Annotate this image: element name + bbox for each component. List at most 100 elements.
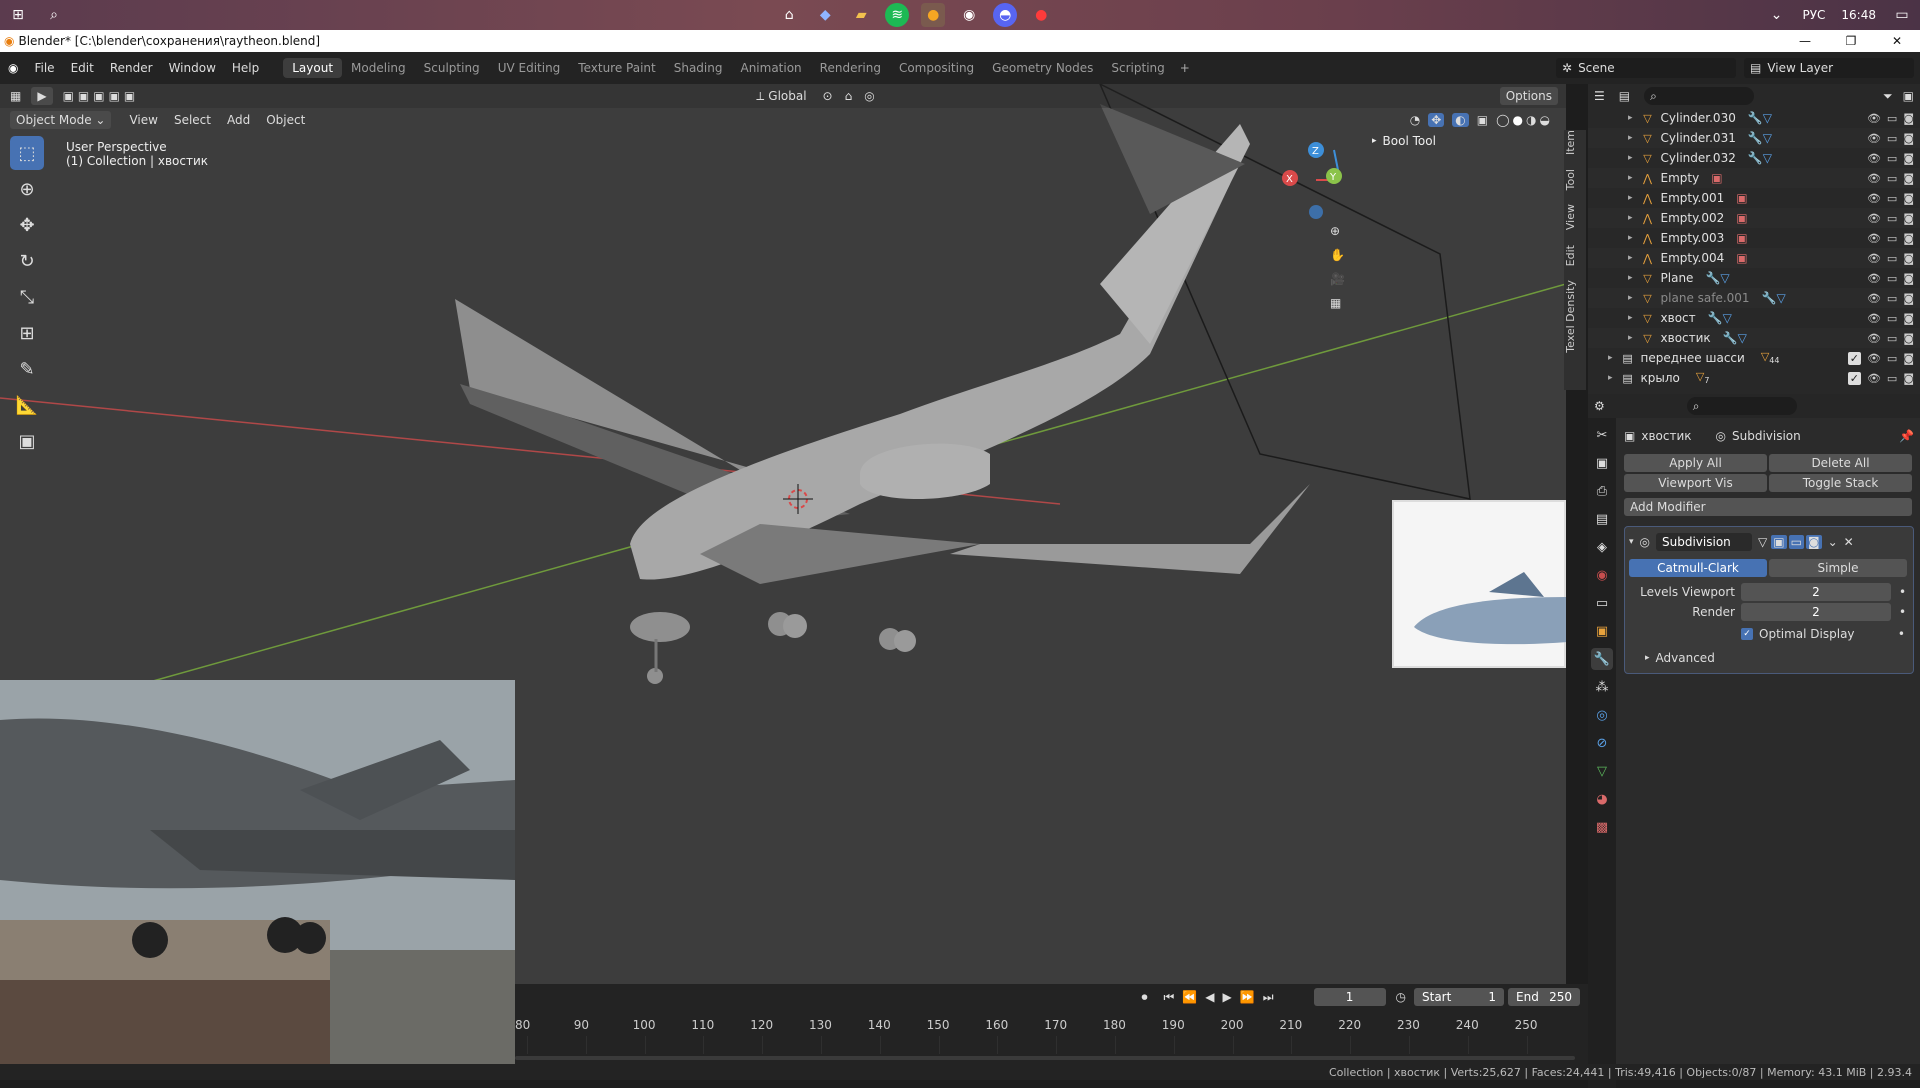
visibility-eye-icon[interactable]: 👁 [1867, 112, 1881, 125]
aircraft-model[interactable] [455, 104, 1310, 684]
expand-icon[interactable]: ▸ [1628, 193, 1633, 203]
close-icon[interactable]: ✕ [1874, 34, 1920, 48]
scene-name[interactable]: Scene [1578, 61, 1615, 75]
notifications-icon[interactable]: ▭ [1890, 3, 1914, 27]
modifier-data-icon[interactable]: 🔧▽ [1748, 131, 1772, 145]
workspace-tab-rendering[interactable]: Rendering [811, 58, 890, 78]
visibility-eye-icon[interactable]: 👁 [1867, 372, 1881, 385]
menu-file[interactable]: File [26, 61, 62, 75]
modifier-data-icon[interactable]: 🔧▽ [1723, 331, 1747, 345]
windows-start-icon[interactable]: ⊞ [6, 3, 30, 27]
pivot-icon[interactable]: ⊙ [823, 89, 833, 103]
viewport-display-icon[interactable]: ▭ [1887, 152, 1897, 165]
menu-edit[interactable]: Edit [63, 61, 102, 75]
expand-icon[interactable]: ▸ [1628, 133, 1633, 143]
visibility-eye-icon[interactable]: 👁 [1867, 192, 1881, 205]
viewport-display-icon[interactable]: ▭ [1887, 112, 1897, 125]
outliner-editor-icon[interactable]: ☰ [1594, 89, 1605, 103]
collection-tab-icon[interactable]: ▭ [1591, 592, 1613, 614]
viewport-menu-select[interactable]: Select [166, 113, 219, 127]
modifier-data-icon[interactable]: 🔧▽ [1748, 151, 1772, 165]
select-mode-icons[interactable]: ▣▣▣▣▣ [63, 89, 140, 103]
optimal-display-checkbox[interactable]: ✓ [1741, 628, 1753, 640]
annotate-icon[interactable]: ✎ [10, 352, 44, 386]
viewport-display-icon[interactable]: ▭ [1887, 192, 1897, 205]
move-icon[interactable]: ✥ [10, 208, 44, 242]
outliner-item-name[interactable]: хвост [1661, 311, 1696, 325]
shading-solid-icon[interactable]: ● [1513, 113, 1523, 127]
viewport-vis-button[interactable]: Viewport Vis [1624, 474, 1767, 492]
visibility-eye-icon[interactable]: 👁 [1867, 232, 1881, 245]
outliner-row[interactable]: ▸ ⋀ Empty ▣ 👁 ▭ ◙ [1588, 168, 1920, 188]
keyframe-dot-icon[interactable]: • [1898, 627, 1905, 641]
viewport-menu-add[interactable]: Add [219, 113, 258, 127]
properties-search-input[interactable]: ⌕ [1686, 397, 1797, 415]
visibility-eye-icon[interactable]: 👁 [1867, 252, 1881, 265]
viewport-display-icon[interactable]: ▭ [1887, 212, 1897, 225]
transform-orientation[interactable]: Global [768, 89, 806, 103]
scene-tab-icon[interactable]: ◈ [1591, 536, 1613, 558]
shading-rendered-icon[interactable]: ◒ [1540, 113, 1550, 127]
language-indicator[interactable]: РУС [1802, 8, 1825, 22]
bool-tool-panel[interactable]: ▸ Bool Tool [1372, 134, 1436, 148]
advanced-subpanel[interactable]: Advanced [1656, 651, 1715, 665]
empty-data-icon[interactable]: ▣ [1736, 191, 1747, 205]
navigation-gizmo[interactable]: X Z Y [1282, 142, 1342, 219]
optimal-display-label[interactable]: Optimal Display [1759, 627, 1855, 641]
catmull-clark-button[interactable]: Catmull-Clark [1629, 559, 1767, 577]
delete-all-button[interactable]: Delete All [1769, 454, 1912, 472]
render-camera-icon[interactable]: ◙ [1903, 212, 1914, 225]
remove-modifier-icon[interactable]: ✕ [1844, 535, 1854, 549]
timeline-scrollbar[interactable] [515, 1056, 1575, 1060]
tool-tab-icon[interactable]: ✂ [1591, 424, 1613, 446]
pan-hand-icon[interactable]: ✋ [1330, 248, 1345, 262]
minimize-icon[interactable]: — [1782, 34, 1828, 48]
render-camera-icon[interactable]: ◙ [1903, 132, 1914, 145]
render-camera-icon[interactable]: ◙ [1903, 192, 1914, 205]
editor-type-icon[interactable]: ▦ [10, 89, 21, 103]
expand-icon[interactable]: ▸ [1628, 253, 1633, 263]
render-camera-icon[interactable]: ◙ [1903, 372, 1914, 385]
expand-icon[interactable]: ▸ [1372, 136, 1377, 146]
texture-tab-icon[interactable]: ▩ [1591, 816, 1613, 838]
outliner-item-name[interactable]: Empty [1661, 171, 1700, 185]
render-camera-icon[interactable]: ◙ [1903, 312, 1914, 325]
expand-icon[interactable]: ▸ [1628, 313, 1633, 323]
add-modifier-dropdown[interactable]: Add Modifier [1624, 498, 1912, 516]
outliner-row[interactable]: ▸ ▽ хвостик 🔧▽ 👁 ▭ ◙ [1588, 328, 1920, 348]
new-collection-icon[interactable]: ▣ [1903, 89, 1914, 103]
visibility-eye-icon[interactable]: 👁 [1867, 132, 1881, 145]
outliner-row[interactable]: ▸ ▽ Cylinder.032 🔧▽ 👁 ▭ ◙ [1588, 148, 1920, 168]
world-tab-icon[interactable]: ◉ [1591, 564, 1613, 586]
view-layer-name[interactable]: View Layer [1767, 61, 1833, 75]
discord-icon[interactable]: ◓ [993, 3, 1018, 27]
frame-ruler[interactable]: 80 90 100 110 120 130 140 150 160 170 180 190 200 210… [515, 984, 1588, 1064]
ortho-grid-icon[interactable]: ▦ [1330, 296, 1345, 310]
workspace-tab-compositing[interactable]: Compositing [890, 58, 983, 78]
viewport-display-icon[interactable]: ▭ [1887, 292, 1897, 305]
modifier-menu-icon[interactable]: ⌄ [1828, 535, 1838, 549]
expand-icon[interactable]: ▸ [1628, 153, 1633, 163]
constraints-tab-icon[interactable]: ⊘ [1591, 732, 1613, 754]
empty-data-icon[interactable]: ▣ [1736, 231, 1747, 245]
overlay-toggle-icon[interactable]: ◐ [1452, 113, 1469, 127]
timeline[interactable]: ⏺ ⏮ ⏪ ◀ ▶ ⏩ ⏭ 1 ◷ Start 1 End 250 80 90 10… [515, 984, 1588, 1064]
outliner-item-name[interactable]: Plane [1661, 271, 1694, 285]
workspace-tab-shading[interactable]: Shading [665, 58, 732, 78]
object-tab-icon[interactable]: ▣ [1591, 620, 1613, 642]
visibility-icon[interactable]: ◔ [1410, 113, 1420, 127]
shading-wireframe-icon[interactable]: ◯ [1496, 113, 1509, 127]
expand-icon[interactable]: ▸ [1608, 373, 1613, 383]
visibility-eye-icon[interactable]: 👁 [1867, 332, 1881, 345]
outliner-row[interactable]: ▸ ⋀ Empty.001 ▣ 👁 ▭ ◙ [1588, 188, 1920, 208]
outliner-item-name[interactable]: Cylinder.031 [1661, 131, 1736, 145]
visibility-eye-icon[interactable]: 👁 [1867, 352, 1881, 365]
physics-tab-icon[interactable]: ◎ [1591, 704, 1613, 726]
spotify-icon[interactable]: ≋ [885, 3, 910, 27]
add-workspace-icon[interactable]: + [1180, 61, 1190, 75]
snap-icon[interactable]: ⌂ [845, 89, 853, 103]
view-layer-selector[interactable]: ▤ View Layer [1744, 58, 1914, 78]
outliner-item-name[interactable]: Cylinder.032 [1661, 151, 1736, 165]
outliner-row[interactable]: ▸ ▽ Plane 🔧▽ 👁 ▭ ◙ [1588, 268, 1920, 288]
render-camera-icon[interactable]: ◙ [1903, 112, 1914, 125]
